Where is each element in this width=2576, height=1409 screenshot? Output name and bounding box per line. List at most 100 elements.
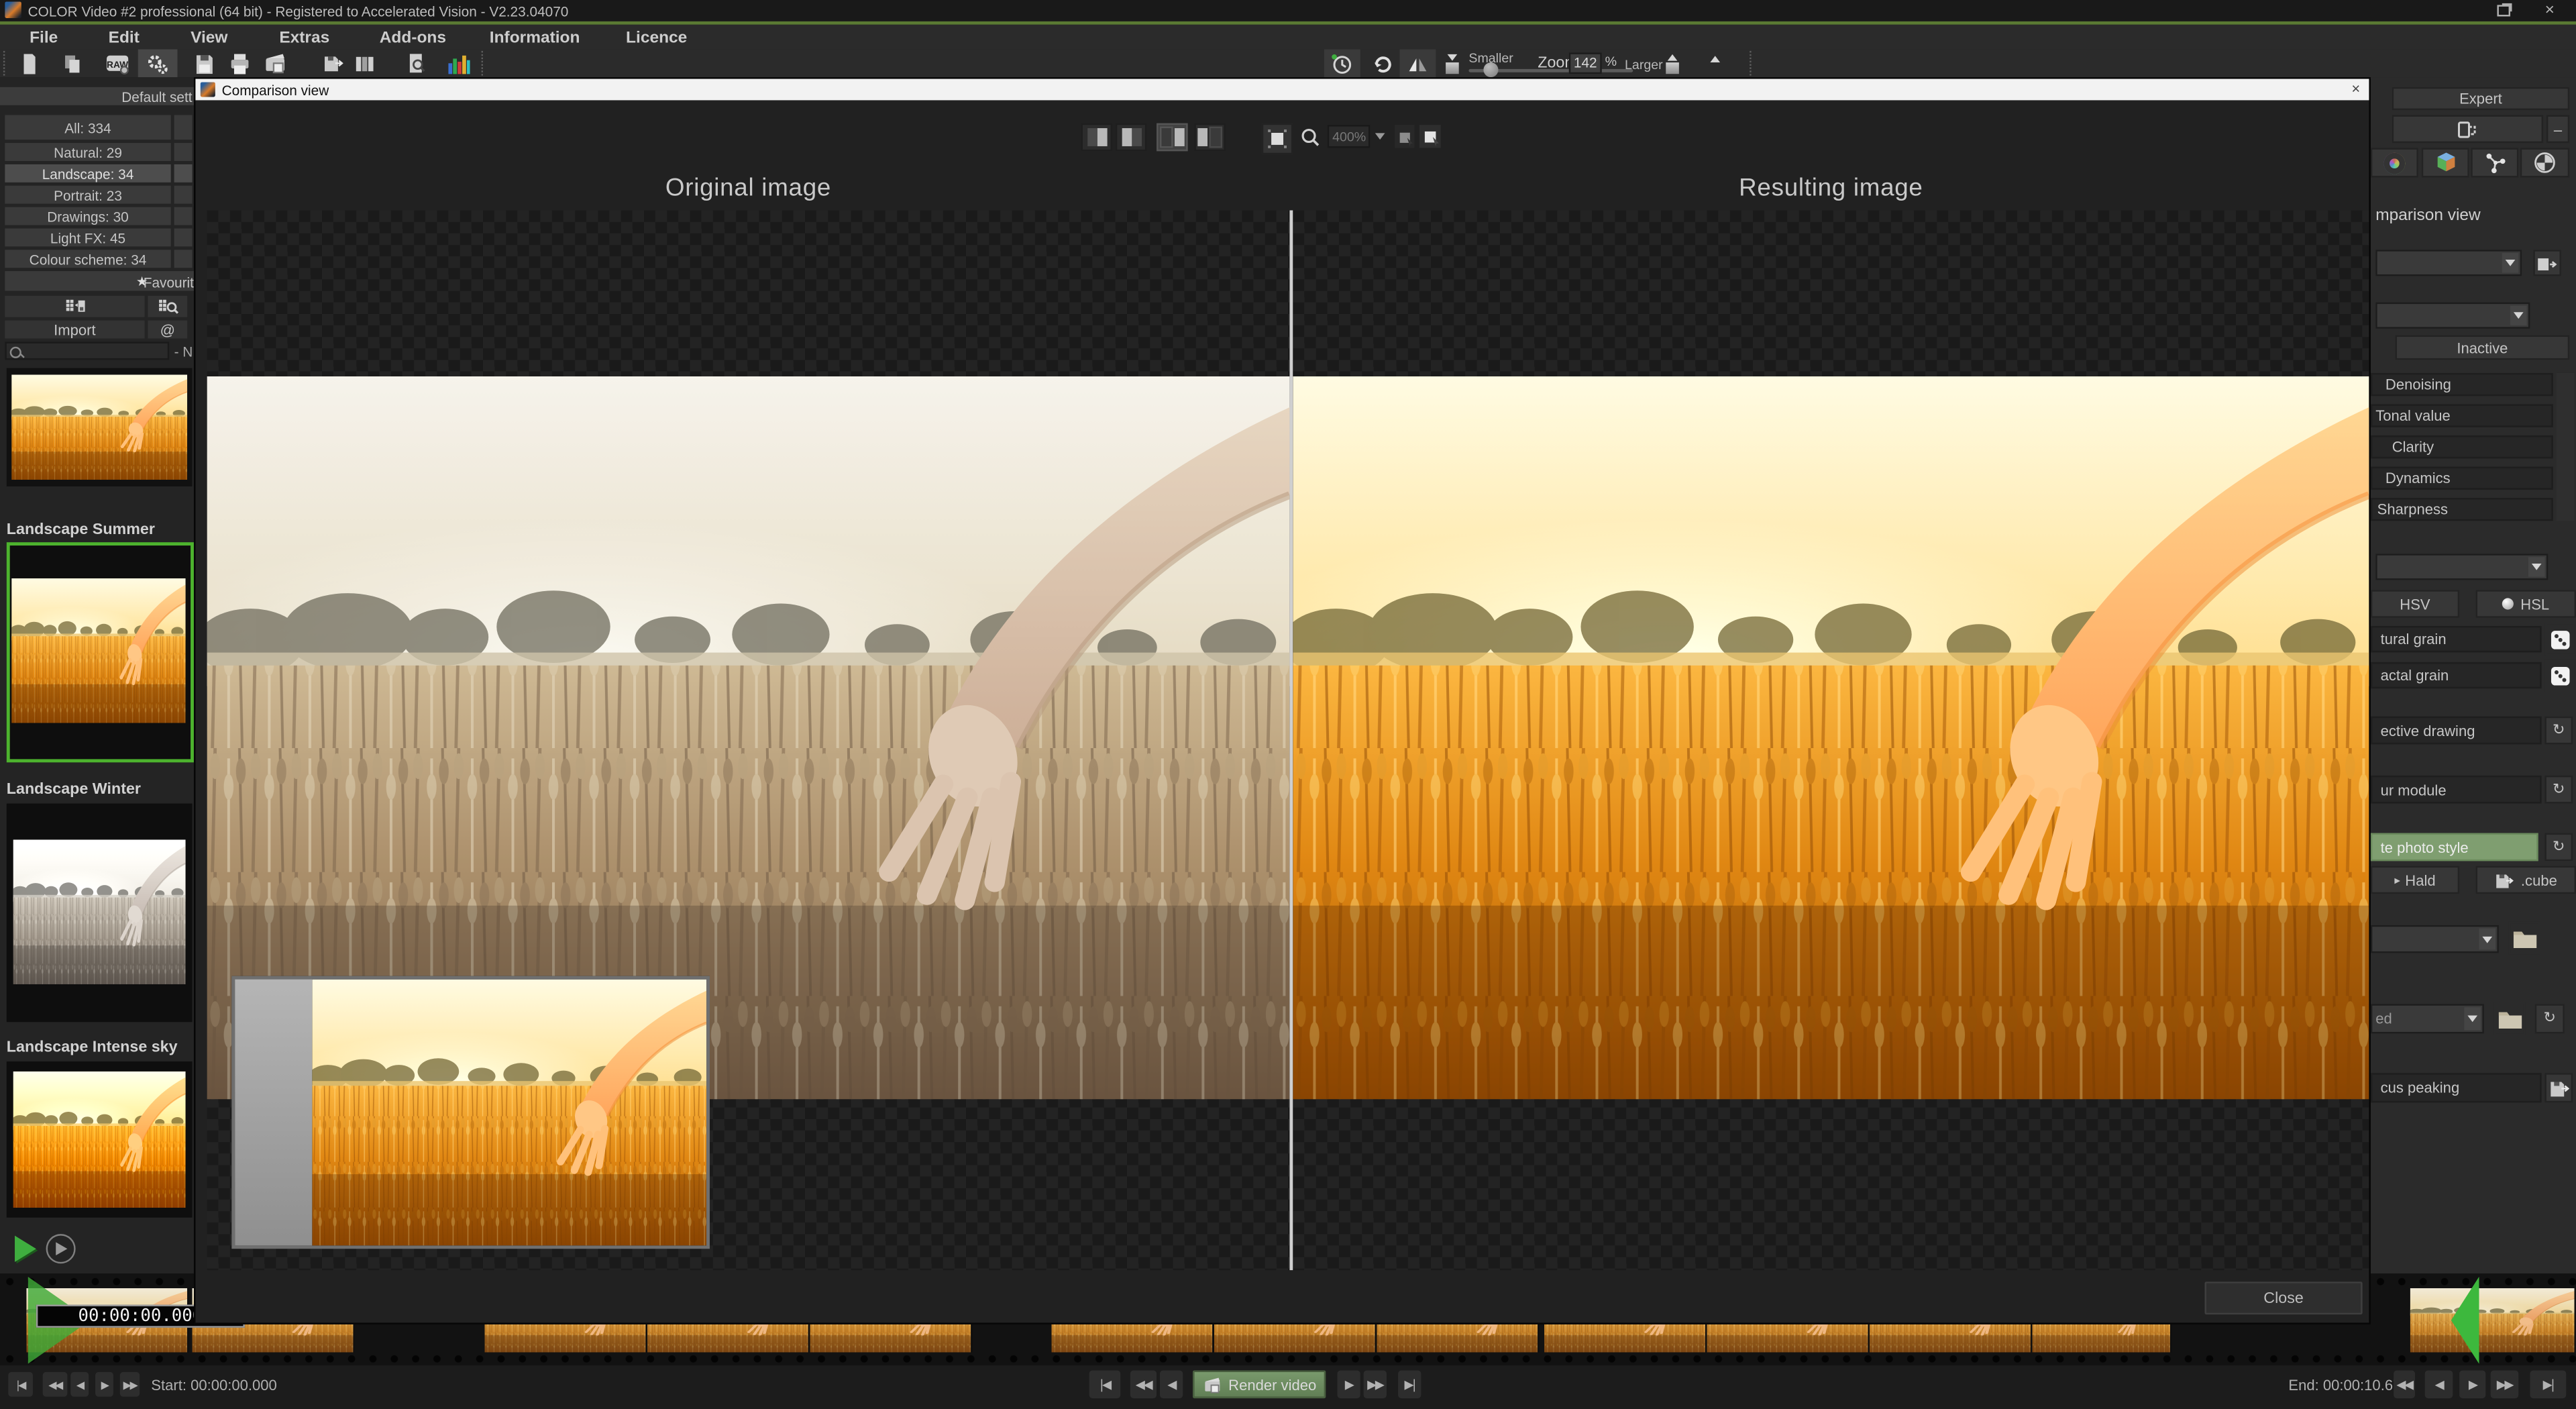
preset-search-box[interactable]: [5, 342, 169, 360]
category-all[interactable]: All: 334: [5, 115, 170, 140]
nodes-tab[interactable]: [2471, 148, 2518, 177]
history-button[interactable]: [1324, 49, 1360, 77]
dropdown-arrow[interactable]: [2479, 929, 2496, 950]
preset-set-dropdown[interactable]: Default sett: [0, 87, 194, 105]
category-drawings-stub[interactable]: [174, 207, 193, 225]
dialog-close-action-button[interactable]: Close: [2205, 1282, 2363, 1314]
center-goto-end-button[interactable]: ▶|: [1398, 1370, 1421, 1398]
dropdown-arrow[interactable]: [2502, 253, 2518, 272]
category-lightfx-stub[interactable]: [174, 228, 193, 246]
hald-button[interactable]: ▸ Hald: [2371, 866, 2459, 894]
select-mode-button[interactable]: [1419, 125, 1441, 148]
original-image-pane[interactable]: [207, 210, 1290, 1270]
center-fast-forward-button[interactable]: ▶▶: [1364, 1370, 1387, 1398]
category-all-stub[interactable]: [174, 115, 193, 140]
hsv-tab[interactable]: HSV: [2371, 590, 2459, 618]
preset-refresh-button[interactable]: ↻: [2535, 1004, 2565, 1033]
dialog-zoom-caret[interactable]: [1372, 125, 1388, 148]
photo-style-reset-button[interactable]: ↻: [2544, 833, 2573, 862]
collapse-button[interactable]: –: [2546, 115, 2569, 143]
category-portrait[interactable]: Portrait: 23: [5, 186, 170, 204]
center-rewind-button[interactable]: ◀◀: [1130, 1370, 1157, 1398]
menu-view[interactable]: View: [191, 30, 227, 48]
layout-split-right-button[interactable]: [1116, 123, 1147, 152]
preview-zoom-button[interactable]: [402, 51, 429, 76]
category-lightfx[interactable]: Light FX: 45: [5, 228, 170, 246]
preset-file-dropdown[interactable]: ed: [2371, 1004, 2484, 1033]
hsl-tab[interactable]: HSL: [2476, 590, 2576, 618]
right-rewind-button[interactable]: ◀◀: [2394, 1370, 2415, 1398]
dropdown-arrow[interactable]: [2464, 1007, 2480, 1030]
save-button[interactable]: [191, 51, 217, 76]
adjustment-scroll-strip[interactable]: [2557, 373, 2575, 521]
zoom-value-field[interactable]: 142: [1569, 52, 1602, 73]
preset-thumb-intense-sky[interactable]: [7, 1061, 193, 1218]
category-portrait-stub[interactable]: [174, 186, 193, 204]
selective-drawing-row[interactable]: ective drawing: [2371, 717, 2542, 745]
colour-module-row[interactable]: ur module: [2371, 776, 2542, 804]
spin-up-button[interactable]: [1705, 52, 1725, 66]
selective-drawing-reset-button[interactable]: ↻: [2544, 717, 2573, 745]
goto-start-button[interactable]: |◀: [8, 1372, 33, 1397]
flip-compare-button[interactable]: [1400, 49, 1436, 77]
inset-preview[interactable]: [231, 976, 710, 1249]
magnifier-button[interactable]: [1296, 123, 1322, 152]
preset-thumb-winter[interactable]: [7, 804, 193, 1023]
copy-button[interactable]: [59, 51, 85, 76]
menu-extras[interactable]: Extras: [279, 30, 329, 48]
category-colourscheme-stub[interactable]: [174, 250, 193, 268]
search-input[interactable]: [23, 344, 170, 362]
film-emulation-button[interactable]: [2392, 115, 2543, 143]
lut-folder-button[interactable]: [2509, 922, 2540, 955]
cube-export-button[interactable]: .cube: [2476, 866, 2576, 894]
menu-file[interactable]: File: [30, 30, 58, 48]
save-as-button[interactable]: [319, 51, 345, 76]
preset-thumb-summer[interactable]: [7, 542, 194, 762]
step-back-button[interactable]: ◀: [70, 1372, 89, 1397]
fit-view-button[interactable]: [1262, 123, 1293, 155]
favourites-bar[interactable]: ★ Favourit: [5, 271, 194, 291]
natural-grain-row[interactable]: tural grain: [2371, 626, 2542, 652]
dropdown-arrow[interactable]: [2528, 557, 2544, 576]
redo-button[interactable]: [1367, 51, 1397, 76]
adjustment-sharpness[interactable]: Sharpness: [2371, 498, 2553, 521]
preview-play-button[interactable]: [10, 1234, 43, 1265]
menu-licence[interactable]: Licence: [626, 30, 687, 48]
play-button[interactable]: ▶: [95, 1372, 113, 1397]
browse-presets-button[interactable]: [148, 296, 187, 317]
preset-folder-button[interactable]: [2494, 1002, 2526, 1035]
photo-style-row[interactable]: te photo style: [2371, 833, 2538, 862]
dialog-zoom-dropdown[interactable]: 400%: [1328, 125, 1371, 148]
category-natural[interactable]: Natural: 29: [5, 143, 170, 161]
category-drawings[interactable]: Drawings: 30: [5, 207, 170, 225]
comparison-preset-dropdown[interactable]: [2375, 250, 2522, 276]
histogram-button[interactable]: [443, 51, 473, 76]
export-presets-button[interactable]: [5, 296, 144, 317]
center-step-back-button[interactable]: ◀: [1160, 1370, 1183, 1398]
adjustment-clarity[interactable]: Clarity: [2371, 435, 2553, 458]
dropdown-arrow[interactable]: [2510, 306, 2526, 325]
focus-peaking-save-button[interactable]: [2544, 1073, 2573, 1102]
center-goto-start-button[interactable]: |◀: [1089, 1370, 1121, 1398]
settings-gears-button[interactable]: [138, 49, 178, 77]
fractal-grain-row[interactable]: actal grain: [2371, 662, 2542, 688]
focus-peaking-row[interactable]: cus peaking: [2371, 1073, 2542, 1102]
zoom-out-preview-icon[interactable]: [1442, 52, 1462, 74]
right-fast-forward-button[interactable]: ▶▶: [2491, 1370, 2519, 1398]
clip-export-button[interactable]: [260, 51, 289, 76]
menu-edit[interactable]: Edit: [109, 30, 140, 48]
print-button[interactable]: [227, 51, 253, 76]
film-export-button[interactable]: [2533, 250, 2561, 276]
layout-split-left-button[interactable]: [1081, 123, 1112, 152]
pan-mode-button[interactable]: [1395, 125, 1414, 148]
raw-import-button[interactable]: [102, 51, 131, 76]
layout-side-by-side-swapped-button[interactable]: [1194, 123, 1226, 152]
import-button[interactable]: Import: [5, 321, 144, 339]
preset-thumb-current[interactable]: [7, 368, 193, 486]
adjustment-dynamics[interactable]: Dynamics: [2371, 467, 2553, 490]
colour-module-reset-button[interactable]: ↻: [2544, 776, 2573, 804]
right-step-back-button[interactable]: ◀: [2425, 1370, 2453, 1398]
aperture-tab[interactable]: [2520, 148, 2569, 177]
colour-wheel-tab[interactable]: [2371, 148, 2418, 177]
close-window-button[interactable]: ×: [2540, 0, 2559, 19]
